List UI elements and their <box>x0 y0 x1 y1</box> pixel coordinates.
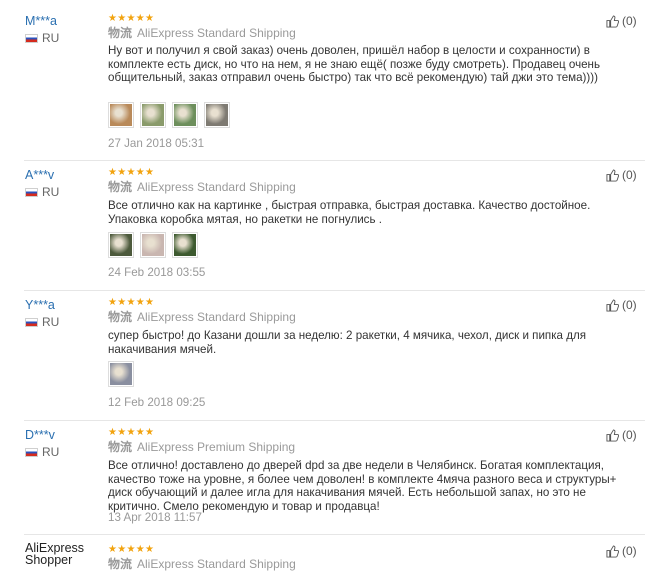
helpful-button[interactable]: (0) <box>606 168 637 182</box>
review-item: AliExpress Shopper ★★★★★ 物流 AliExpress St… <box>0 542 653 571</box>
review-photos <box>108 361 140 387</box>
russia-flag-icon <box>25 34 38 43</box>
shipping-name: AliExpress Standard Shipping <box>137 557 296 571</box>
shipping-method: 物流 AliExpress Premium Shipping <box>108 440 295 455</box>
photo-image <box>174 104 196 126</box>
shipping-method: 物流 AliExpress Standard Shipping <box>108 26 296 41</box>
logistics-label: 物流 <box>108 310 133 324</box>
reviewer-name[interactable]: AliExpress Shopper <box>25 542 105 567</box>
helpful-button[interactable]: (0) <box>606 428 637 442</box>
review-photos <box>108 232 204 258</box>
shipping-method: 物流 AliExpress Standard Shipping <box>108 557 296 572</box>
reviewer-country: RU <box>25 186 59 199</box>
logistics-label: 物流 <box>108 180 133 194</box>
thumbs-up-icon <box>606 544 619 558</box>
logistics-label: 物流 <box>108 557 133 571</box>
helpful-count: (0) <box>622 428 637 442</box>
logistics-label: 物流 <box>108 26 133 40</box>
star-rating: ★★★★★ <box>108 544 155 555</box>
review-divider <box>24 534 645 535</box>
review-text: супер быстро! до Казани дошли за неделю:… <box>108 329 587 356</box>
country-code: RU <box>42 315 60 329</box>
review-date: 27 Jan 2018 05:31 <box>108 137 205 150</box>
review-item: D***v RU ★★★★★ 物流 AliExpress Premium Ship… <box>0 428 653 530</box>
shipping-method: 物流 AliExpress Standard Shipping <box>108 310 296 325</box>
star-rating: ★★★★★ <box>108 167 155 178</box>
shipping-name: AliExpress Premium Shipping <box>137 440 296 454</box>
reviewer-name[interactable]: M***a <box>25 14 57 29</box>
review-photo-thumbnail[interactable] <box>108 102 134 128</box>
photo-image <box>142 234 164 256</box>
review-item: Y***a RU ★★★★★ 物流 AliExpress Standard Shi… <box>0 298 653 413</box>
photo-image <box>206 104 228 126</box>
review-date: 13 Apr 2018 11:57 <box>108 511 202 524</box>
review-text: Все отлично! доставлено до дверей dpd за… <box>108 459 617 513</box>
shipping-name: AliExpress Standard Shipping <box>137 180 296 194</box>
review-photo-thumbnail[interactable] <box>108 361 134 387</box>
photo-image <box>142 104 164 126</box>
review-item: M***a RU ★★★★★ 物流 AliExpress Standard Shi… <box>0 14 653 156</box>
helpful-button[interactable]: (0) <box>606 14 637 28</box>
review-photo-thumbnail[interactable] <box>172 232 198 258</box>
photo-image <box>110 363 132 385</box>
review-date: 12 Feb 2018 09:25 <box>108 396 206 409</box>
russia-flag-icon <box>25 448 38 457</box>
review-divider <box>24 420 645 421</box>
review-photo-thumbnail[interactable] <box>108 232 134 258</box>
reviewer-name[interactable]: D***v <box>25 428 55 443</box>
shipping-name: AliExpress Standard Shipping <box>137 26 296 40</box>
star-rating: ★★★★★ <box>108 297 155 308</box>
reviewer-country: RU <box>25 32 59 45</box>
review-date: 24 Feb 2018 03:55 <box>108 266 206 279</box>
reviewer-name[interactable]: Y***a <box>25 298 55 313</box>
shipping-method: 物流 AliExpress Standard Shipping <box>108 180 296 195</box>
review-photo-thumbnail[interactable] <box>204 102 230 128</box>
thumbs-up-icon <box>606 14 619 28</box>
review-divider <box>24 160 645 161</box>
thumbs-up-icon <box>606 298 619 312</box>
helpful-count: (0) <box>622 14 637 28</box>
helpful-button[interactable]: (0) <box>606 544 637 558</box>
review-item: A***v RU ★★★★★ 物流 AliExpress Standard Shi… <box>0 168 653 283</box>
logistics-label: 物流 <box>108 440 133 454</box>
review-text: Все отлично как на картинке , быстрая от… <box>108 199 591 226</box>
star-rating: ★★★★★ <box>108 13 155 24</box>
thumbs-up-icon <box>606 428 619 442</box>
photo-image <box>110 234 132 256</box>
helpful-count: (0) <box>622 544 637 558</box>
shipping-name: AliExpress Standard Shipping <box>137 310 296 324</box>
review-photo-thumbnail[interactable] <box>172 102 198 128</box>
country-code: RU <box>42 185 60 199</box>
review-divider <box>24 290 645 291</box>
reviewer-name[interactable]: A***v <box>25 168 54 183</box>
photo-image <box>110 104 132 126</box>
review-photo-thumbnail[interactable] <box>140 102 166 128</box>
helpful-count: (0) <box>622 298 637 312</box>
reviewer-country: RU <box>25 316 59 329</box>
review-photo-thumbnail[interactable] <box>140 232 166 258</box>
reviewer-country: RU <box>25 446 59 459</box>
helpful-button[interactable]: (0) <box>606 298 637 312</box>
review-text: Ну вот и получил я свой заказ) очень дов… <box>108 44 600 84</box>
thumbs-up-icon <box>606 168 619 182</box>
review-photos <box>108 102 236 128</box>
star-rating: ★★★★★ <box>108 427 155 438</box>
country-code: RU <box>42 31 60 45</box>
helpful-count: (0) <box>622 168 637 182</box>
russia-flag-icon <box>25 318 38 327</box>
russia-flag-icon <box>25 188 38 197</box>
country-code: RU <box>42 445 60 459</box>
photo-image <box>174 234 196 256</box>
